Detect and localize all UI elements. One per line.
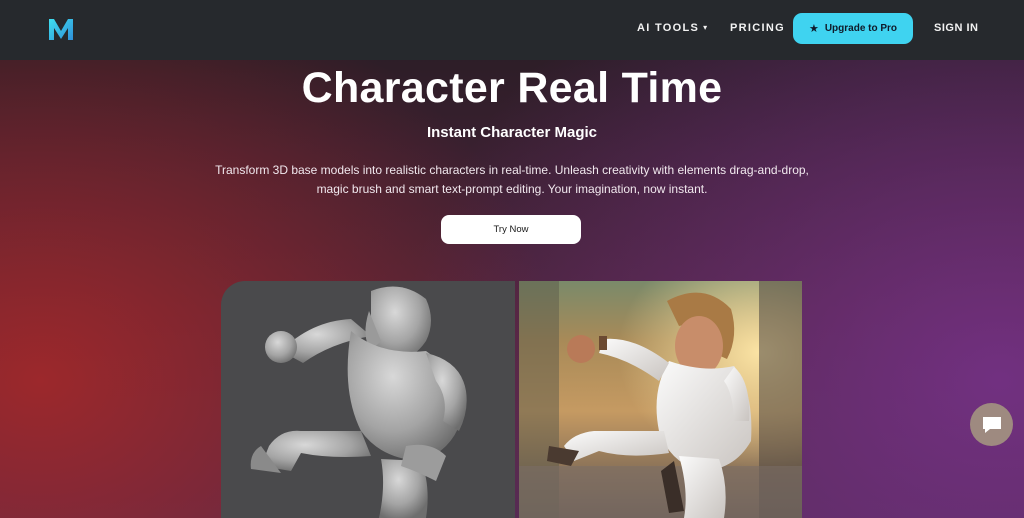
- nav-pricing[interactable]: PRICING: [730, 22, 785, 34]
- page-title: Character Real Time: [301, 64, 723, 112]
- brand-logo[interactable]: [46, 14, 76, 44]
- hero-subtitle: Instant Character Magic: [426, 124, 598, 141]
- hero-description: Transform 3D base models into realistic …: [215, 163, 809, 196]
- upgrade-label: Upgrade to Pro: [824, 23, 898, 34]
- chat-support-button[interactable]: [970, 403, 1013, 446]
- sign-in-link[interactable]: SIGN IN: [934, 22, 978, 34]
- chevron-down-icon: ▾: [703, 23, 709, 32]
- realistic-character-preview-image: [519, 281, 802, 518]
- top-nav-bar: AI TOOLS ▾ PRICING ★ Upgrade to Pro SIGN …: [0, 0, 1024, 60]
- upgrade-to-pro-button[interactable]: ★ Upgrade to Pro: [793, 13, 913, 44]
- try-now-button[interactable]: Try Now: [441, 215, 581, 244]
- nav-ai-tools-label: AI TOOLS: [637, 22, 700, 34]
- realistic-character-figure: [519, 281, 802, 518]
- chat-bubble-icon: [982, 416, 1001, 433]
- base-model-preview-image: [221, 281, 515, 518]
- base-model-figure: [250, 286, 467, 518]
- star-icon: ★: [808, 23, 819, 35]
- nav-ai-tools[interactable]: AI TOOLS ▾: [637, 22, 708, 34]
